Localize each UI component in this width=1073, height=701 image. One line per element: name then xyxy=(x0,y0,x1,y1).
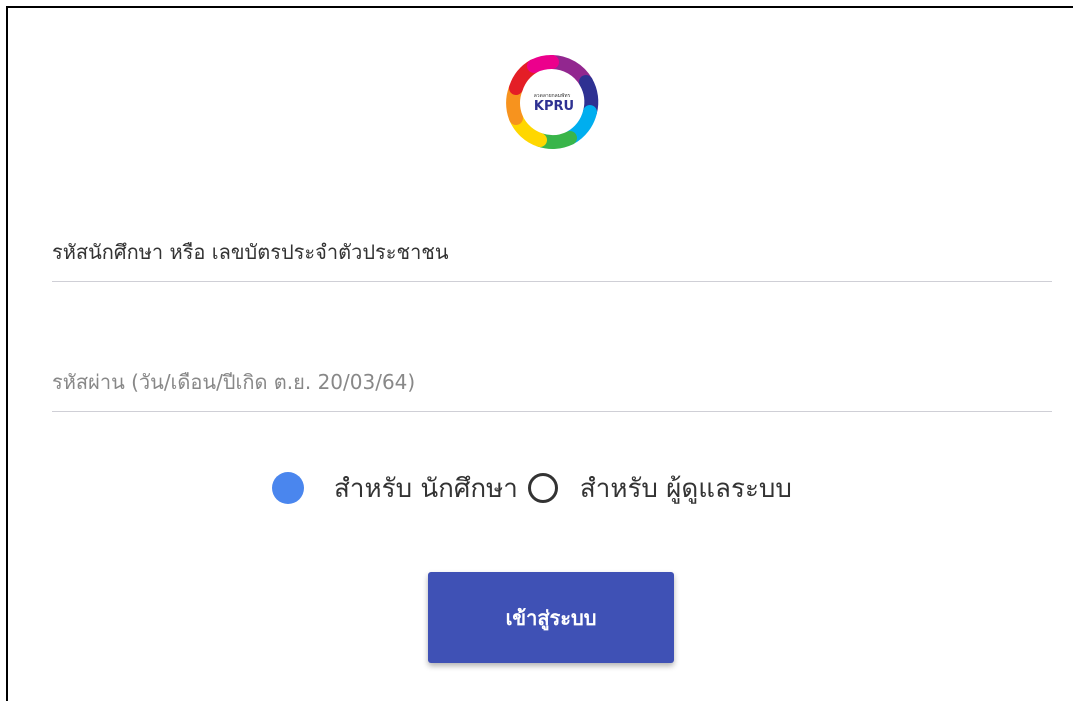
role-selector: สำหรับ นักศึกษา สำหรับ ผู้ดูแลระบบ xyxy=(272,466,802,510)
password-input[interactable] xyxy=(52,352,1052,411)
username-field-container xyxy=(52,222,1052,282)
password-field-container xyxy=(52,352,1052,412)
student-radio[interactable] xyxy=(272,472,304,504)
login-panel: ลวดลายกลมพัทร KPRU สำหรับ นักศึกษา สำหรั… xyxy=(6,6,1073,701)
svg-text:KPRU: KPRU xyxy=(534,99,574,114)
username-input[interactable] xyxy=(52,222,1052,281)
login-button[interactable]: เข้าสู่ระบบ xyxy=(428,572,674,663)
admin-radio-label[interactable]: สำหรับ ผู้ดูแลระบบ xyxy=(580,468,792,509)
admin-radio[interactable] xyxy=(527,473,558,503)
student-radio-label[interactable]: สำหรับ นักศึกษา xyxy=(334,468,518,509)
kpru-logo: ลวดลายกลมพัทร KPRU xyxy=(504,54,600,150)
